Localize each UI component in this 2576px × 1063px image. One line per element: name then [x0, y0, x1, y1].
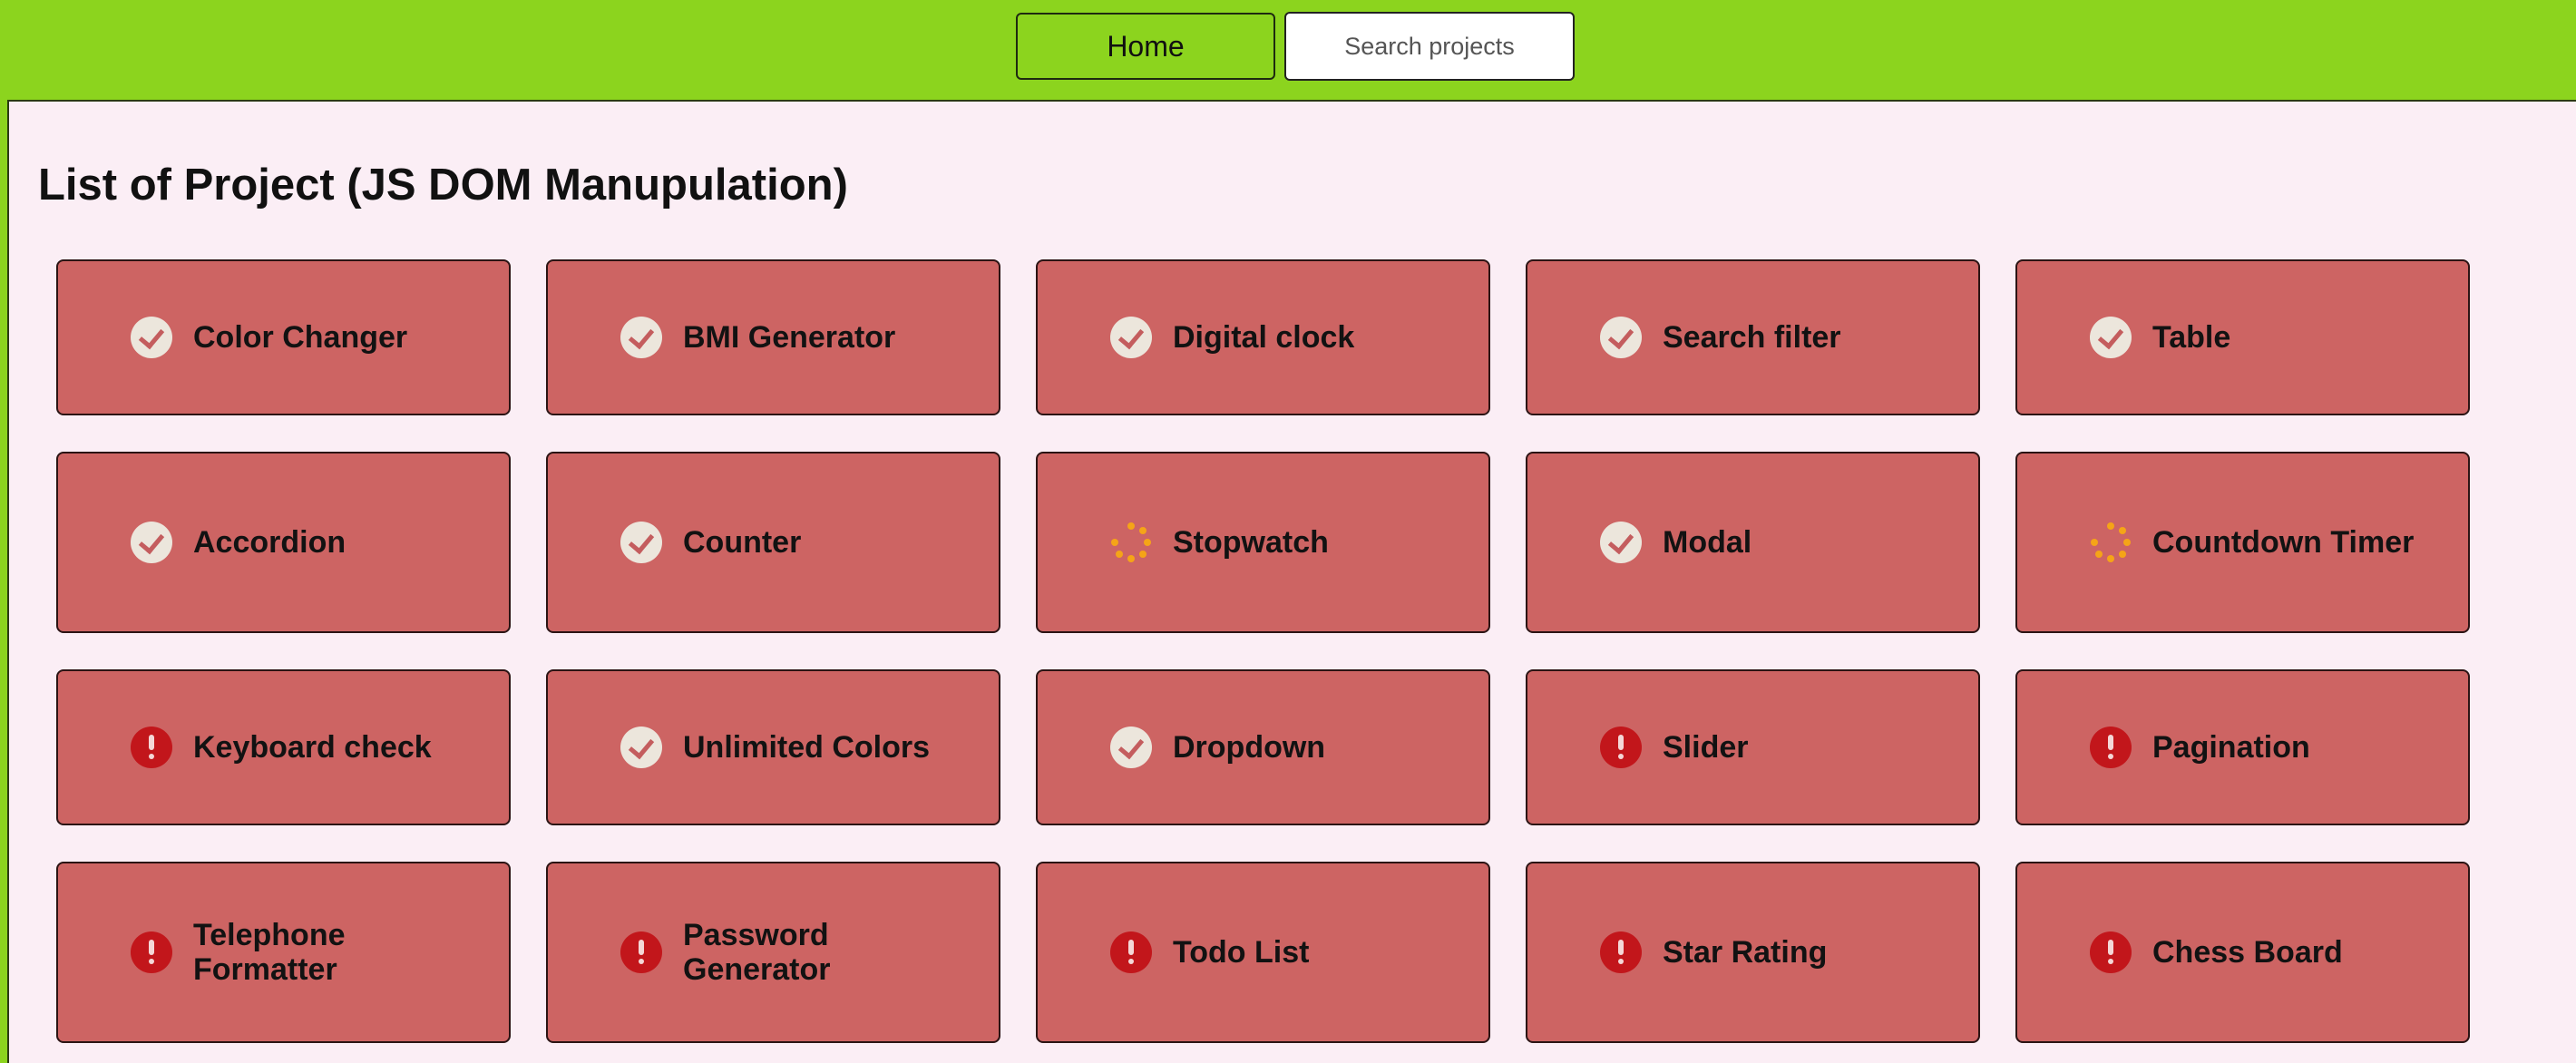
check-icon	[131, 317, 172, 358]
project-card-label: Stopwatch	[1173, 525, 1329, 560]
alert-icon	[131, 727, 172, 768]
project-card[interactable]: Color Changer	[56, 259, 511, 415]
project-card-label: Counter	[683, 525, 802, 560]
project-card-label: Star Rating	[1663, 935, 1828, 970]
project-card-label: Keyboard check	[193, 730, 432, 765]
project-card[interactable]: Keyboard check	[56, 669, 511, 825]
project-card[interactable]: Password Generator	[546, 862, 1000, 1043]
project-card[interactable]: Digital clock	[1036, 259, 1490, 415]
project-card-label: Digital clock	[1173, 320, 1355, 355]
project-card-label: Slider	[1663, 730, 1749, 765]
alert-icon	[620, 931, 662, 973]
check-icon	[1600, 317, 1642, 358]
project-card-label: Chess Board	[2152, 935, 2343, 970]
project-card-label: Search filter	[1663, 320, 1841, 355]
check-icon	[1110, 317, 1152, 358]
project-card-label: BMI Generator	[683, 320, 896, 355]
project-card-label: Pagination	[2152, 730, 2310, 765]
spinner-icon	[1110, 522, 1152, 563]
project-card[interactable]: Search filter	[1526, 259, 1980, 415]
check-icon	[131, 522, 172, 563]
check-icon	[1110, 727, 1152, 768]
check-icon	[2090, 317, 2132, 358]
project-card-label: Modal	[1663, 525, 1752, 560]
project-card[interactable]: Modal	[1526, 452, 1980, 633]
top-nav-bar: Home	[0, 0, 2576, 100]
project-card-label: Dropdown	[1173, 730, 1326, 765]
project-card[interactable]: Slider	[1526, 669, 1980, 825]
project-card[interactable]: Todo List	[1036, 862, 1490, 1043]
project-card[interactable]: Table	[2015, 259, 2470, 415]
project-card-label: Todo List	[1173, 935, 1310, 970]
check-icon	[620, 522, 662, 563]
project-card[interactable]: Unlimited Colors	[546, 669, 1000, 825]
project-card[interactable]: Pagination	[2015, 669, 2470, 825]
project-card[interactable]: Chess Board	[2015, 862, 2470, 1043]
alert-icon	[2090, 931, 2132, 973]
search-input[interactable]	[1284, 12, 1575, 81]
project-card-label: Password Generator	[683, 918, 831, 987]
project-card[interactable]: Stopwatch	[1036, 452, 1490, 633]
alert-icon	[1110, 931, 1152, 973]
project-card[interactable]: Countdown Timer	[2015, 452, 2470, 633]
spinner-icon	[2090, 522, 2132, 563]
alert-icon	[131, 931, 172, 973]
project-card-label: Accordion	[193, 525, 346, 560]
project-card[interactable]: Star Rating	[1526, 862, 1980, 1043]
project-card[interactable]: Telephone Formatter	[56, 862, 511, 1043]
project-card-label: Countdown Timer	[2152, 525, 2415, 560]
alert-icon	[2090, 727, 2132, 768]
project-card-label: Unlimited Colors	[683, 730, 931, 765]
project-card-label: Telephone Formatter	[193, 918, 346, 987]
check-icon	[620, 317, 662, 358]
page-title: List of Project (JS DOM Manupulation)	[38, 161, 848, 210]
project-card[interactable]: Dropdown	[1036, 669, 1490, 825]
project-card[interactable]: Counter	[546, 452, 1000, 633]
home-button[interactable]: Home	[1016, 13, 1275, 80]
project-card[interactable]: Accordion	[56, 452, 511, 633]
alert-icon	[1600, 727, 1642, 768]
project-card-label: Table	[2152, 320, 2231, 355]
check-icon	[620, 727, 662, 768]
project-card[interactable]: BMI Generator	[546, 259, 1000, 415]
check-icon	[1600, 522, 1642, 563]
alert-icon	[1600, 931, 1642, 973]
projects-panel: List of Project (JS DOM Manupulation) Co…	[7, 100, 2576, 1063]
project-card-label: Color Changer	[193, 320, 408, 355]
